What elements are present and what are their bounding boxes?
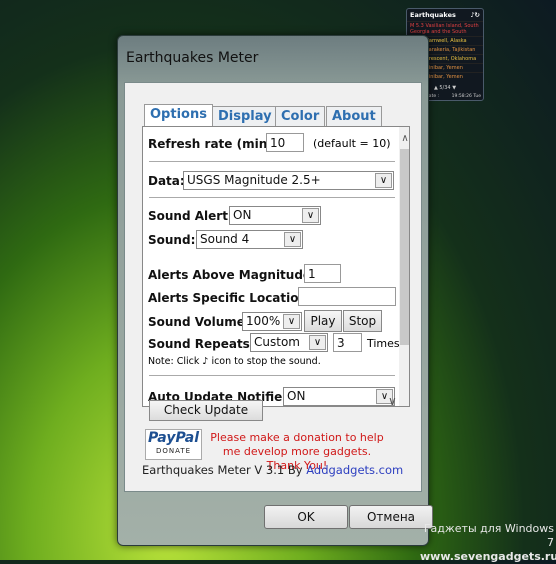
scroll-thumb[interactable]	[400, 149, 409, 345]
last-update-time: 19:58:26 Tue	[451, 94, 481, 99]
version-text: Earthquakes Meter V 3.1 By Addgadgets.co…	[142, 463, 403, 477]
data-select[interactable]: USGS Magnitude 2.5+ ∨	[183, 171, 394, 190]
repeats-value: Custom	[254, 335, 300, 349]
refresh-label: Refresh rate (min):	[148, 137, 278, 151]
repeats-count-input[interactable]	[333, 333, 362, 352]
paypal-donate-button[interactable]: PayPal DONATE	[145, 429, 202, 460]
scrollbar[interactable]: ∧	[399, 127, 409, 406]
sound-alert-value: ON	[233, 208, 252, 222]
play-button[interactable]: Play	[304, 310, 342, 332]
sound-label: Sound:	[148, 233, 196, 247]
volume-select[interactable]: 100% ∨	[242, 312, 302, 331]
data-label: Data:	[148, 174, 185, 188]
dialog-content: Options Display Color About Refresh rate…	[124, 82, 422, 492]
watermark-line1: Гаджеты для Windows 7	[423, 522, 554, 549]
alerts-location-label: Alerts Specific Location:	[148, 291, 312, 305]
site-link[interactable]: Addgadgets.com	[306, 463, 403, 477]
auto-update-value: ON	[287, 389, 306, 403]
sound-value: Sound 4	[200, 232, 250, 246]
watermark: Гаджеты для Windows 7 www.sevengadgets.r…	[420, 522, 556, 564]
paypal-logo: PayPal	[147, 430, 200, 446]
version-label: Earthquakes Meter V 3.1 By	[142, 463, 307, 477]
tab-display[interactable]: Display	[212, 106, 278, 126]
ok-button[interactable]: OK	[264, 505, 348, 529]
sound-repeats-label: Sound Repeats:	[148, 337, 255, 351]
page-indicator: 5/34	[439, 85, 451, 91]
chevron-down-icon: ∨	[375, 173, 392, 188]
data-value: USGS Magnitude 2.5+	[187, 173, 321, 187]
chevron-down-icon: ∨	[302, 208, 319, 223]
alerts-location-input[interactable]	[298, 287, 396, 306]
divider	[149, 161, 395, 162]
settings-dialog: Earthquakes Meter Options Display Color …	[117, 35, 433, 546]
sound-volume-label: Sound Volume:	[148, 315, 250, 329]
tab-options[interactable]: Options	[144, 104, 213, 127]
auto-update-select[interactable]: ON ∨	[283, 387, 395, 406]
tab-about[interactable]: About	[326, 106, 382, 126]
divider	[149, 197, 395, 198]
gadget-title: Earthquakes	[410, 11, 456, 19]
watermark-line2: www.sevengadgets.ru	[420, 550, 556, 563]
donate-label: DONATE	[155, 447, 192, 455]
refresh-default: (default = 10)	[313, 137, 391, 150]
tab-color[interactable]: Color	[275, 106, 326, 126]
volume-value: 100%	[246, 314, 281, 328]
refresh-input[interactable]	[266, 133, 304, 152]
chevron-down-icon: ∨	[284, 232, 301, 247]
repeats-select[interactable]: Custom ∨	[250, 333, 328, 352]
divider	[149, 375, 395, 376]
sound-select[interactable]: Sound 4 ∨	[196, 230, 303, 249]
dialog-title: Earthquakes Meter	[126, 50, 259, 66]
chevron-down-icon: ∨	[283, 314, 300, 329]
stop-button[interactable]: Stop	[343, 310, 382, 332]
alerts-magnitude-input[interactable]	[304, 264, 341, 283]
quake-item[interactable]: M 5.3 Vasilian Island, South Georgia and…	[407, 21, 483, 36]
alerts-magnitude-label: Alerts Above Magnitude:	[148, 268, 316, 282]
scroll-up-icon[interactable]: ∧	[399, 133, 409, 144]
options-panel: Refresh rate (min): (default = 10) Data:…	[142, 126, 410, 407]
scroll-down-icon[interactable]: ∨	[388, 394, 397, 408]
sound-alert-select[interactable]: ON ∨	[229, 206, 321, 225]
times-label: Times	[367, 337, 400, 350]
sound-alert-label: Sound Alert:	[148, 209, 233, 223]
chevron-down-icon: ∨	[309, 335, 326, 350]
check-update-button[interactable]: Check Update	[149, 400, 263, 421]
music-note-icon[interactable]: ♪↻	[470, 11, 480, 19]
note-text: Note: Click ♪ icon to stop the sound.	[148, 356, 321, 367]
